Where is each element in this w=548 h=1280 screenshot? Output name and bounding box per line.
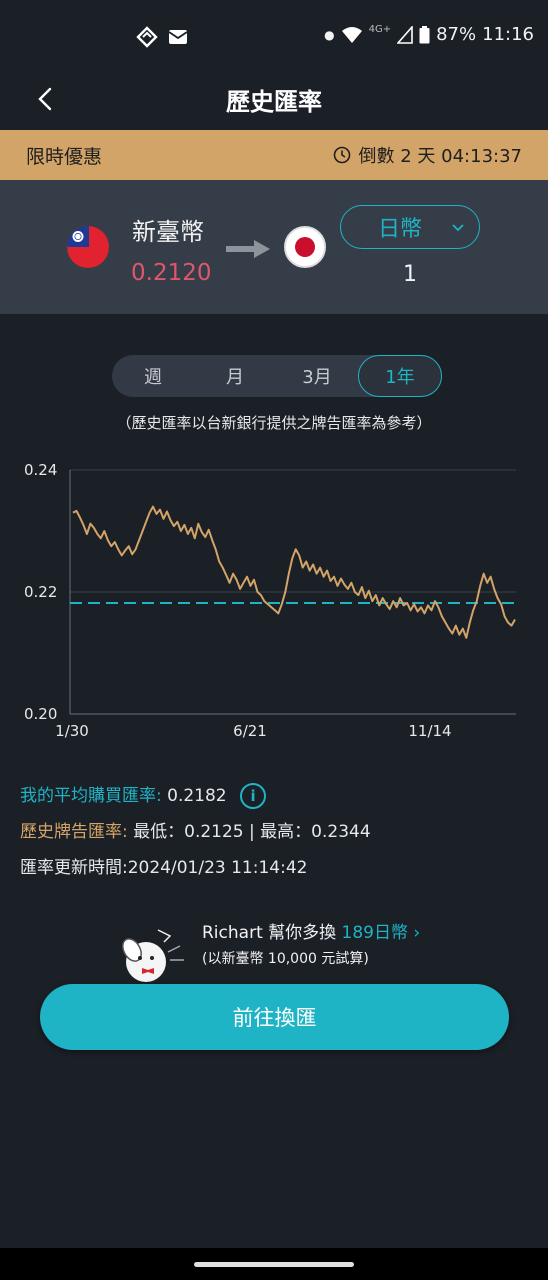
y-tick-label: 0.20: [24, 705, 57, 723]
to-currency-name: 日幣: [378, 217, 423, 242]
home-handle[interactable]: [194, 1262, 354, 1267]
page-title: 歷史匯率: [226, 88, 322, 116]
info-icon[interactable]: i: [240, 783, 267, 809]
from-currency-name: 新臺幣: [132, 218, 204, 246]
avg-rate-label: 我的平均購買匯率:: [20, 786, 162, 806]
battery-percent: 87%: [436, 24, 477, 45]
richart-promo-subtext: (以新臺幣 10,000 元試算): [202, 951, 369, 967]
currency-converter: 新臺幣 0.2120 日幣 1: [0, 180, 548, 314]
sync-icon: [136, 26, 158, 48]
go-exchange-button[interactable]: 前往換匯: [40, 984, 509, 1050]
from-currency-value: 0.2120: [131, 260, 212, 286]
rate-series-line: [72, 505, 516, 639]
chevron-down-icon: [452, 224, 464, 232]
currency-select[interactable]: 日幣: [340, 205, 480, 249]
range-line: 歷史牌告匯率: 最低：0.2125 | 最高：0.2344: [20, 814, 371, 850]
rate-chart: 0.24 0.22 0.20 1/30 6/21 11/14: [0, 452, 548, 752]
period-tabs: 週 月 3月 1年: [112, 355, 442, 397]
mail-icon: [168, 30, 188, 44]
x-tick-label: 6/21: [233, 722, 267, 740]
clock-icon: [333, 146, 350, 164]
avg-rate-value: 0.2182: [167, 786, 227, 806]
to-currency-value: 1: [403, 262, 417, 287]
promo-amount: 189日幣: [341, 923, 408, 943]
x-tick-label: 1/30: [55, 722, 89, 740]
avg-rate-line: 我的平均購買匯率: 0.2182 i: [20, 778, 371, 814]
network-type: 4G+: [368, 24, 392, 35]
promo-banner: 限時優惠 倒數 2 天 04:13:37: [0, 130, 548, 180]
update-time: 匯率更新時間:2024/01/23 11:14:42: [20, 858, 308, 878]
dog-mascot-icon: [118, 928, 188, 983]
system-nav-bar: [0, 1248, 548, 1280]
y-tick-label: 0.22: [24, 583, 57, 601]
app-header: 歷史匯率: [0, 74, 548, 130]
promo-countdown: 倒數 2 天 04:13:37: [333, 142, 522, 168]
battery-icon: [419, 25, 430, 43]
y-tick-label: 0.24: [24, 461, 57, 479]
chevron-right-icon: ›: [413, 923, 421, 943]
rate-stats: 我的平均購買匯率: 0.2182 i 歷史牌告匯率: 最低：0.2125 | 最…: [20, 778, 371, 886]
promo-label: 限時優惠: [26, 145, 103, 168]
promo-prefix: Richart 幫你多換: [202, 923, 337, 943]
rate-source-note: （歷史匯率以台新銀行提供之牌告匯率為參考）: [116, 414, 432, 432]
countdown-text: 倒數 2 天 04:13:37: [358, 146, 522, 167]
wifi-icon: [341, 26, 362, 43]
arrow-right-icon: [226, 238, 272, 264]
dot-icon: ●: [324, 27, 335, 42]
status-right: ● 4G+ 87% 11:16: [324, 24, 534, 45]
japan-flag-icon: [284, 226, 326, 268]
x-tick-label: 11/14: [408, 722, 451, 740]
notification-icons: [136, 26, 188, 48]
range-label: 歷史牌告匯率:: [20, 822, 128, 842]
status-bar: ● 4G+ 87% 11:16: [0, 0, 548, 74]
range-value: 最低：0.2125 | 最高：0.2344: [133, 822, 371, 842]
tab-1-year[interactable]: 1年: [358, 355, 442, 397]
tab-week[interactable]: 週: [112, 355, 194, 397]
tab-3-months[interactable]: 3月: [276, 355, 358, 397]
clock-time: 11:16: [482, 24, 534, 45]
tab-month[interactable]: 月: [194, 355, 276, 397]
taiwan-flag-icon: [67, 226, 109, 268]
rate-chart-svg: 0.24 0.22 0.201/30 6/21 11/14: [24, 461, 516, 740]
signal-icon: [397, 25, 413, 44]
richart-promo-text[interactable]: Richart 幫你多換 189日幣 ›: [202, 918, 420, 943]
